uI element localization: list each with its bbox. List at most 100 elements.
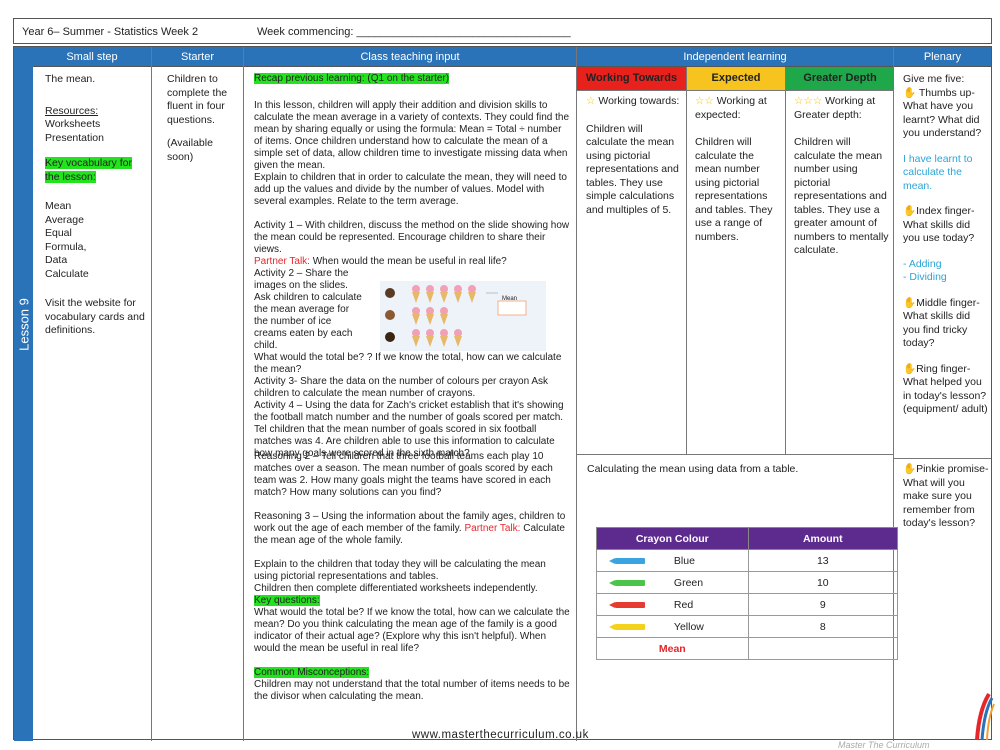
page-header: Year 6– Summer - Statistics Week 2 Week … [13, 18, 992, 44]
teaching-intro: In this lesson, children will apply thei… [254, 100, 569, 171]
independent-header: Independent learning [577, 47, 893, 67]
plenary-column: Plenary Give me five: ✋ Thumbs up- What … [894, 47, 991, 741]
table-row: Red 9 [596, 593, 899, 616]
colour-cell: Green [673, 576, 704, 589]
ring-finger-icon: ✋ [903, 362, 917, 375]
colour-cell: Yellow [673, 620, 704, 633]
red-crayon-icon [609, 601, 645, 608]
ex-body: Children will calculate the mean number … [695, 136, 773, 243]
colour-cell: Blue [673, 554, 695, 567]
week-commencing: Week commencing: _______________________… [257, 26, 571, 38]
brand-logo-icon [975, 692, 995, 741]
partner-talk-label-2: Partner Talk: [464, 523, 521, 534]
vocab-item: Average [45, 213, 84, 226]
give-me-five: Give me five: [903, 73, 965, 85]
table-caption: Calculating the mean using data from a t… [587, 463, 799, 475]
mean-box-label: Mean [502, 296, 518, 302]
misconceptions-label: Common Misconceptions: [254, 667, 370, 678]
adding-text: - Adding [903, 257, 942, 270]
wt-title: Working towards: [598, 95, 680, 107]
greater-depth-header: Greater Depth [786, 67, 894, 91]
vocab-label: Key vocabulary for the lesson: [45, 157, 132, 183]
brand-wordmark: Master The Curriculum [838, 740, 930, 750]
three-stars-icon: ☆☆☆ [794, 95, 823, 107]
starter-available: (Available soon) [167, 137, 213, 163]
amount-cell: 9 [747, 593, 899, 616]
vocab-item: Formula, [45, 240, 87, 253]
gd-body: Children will calculate the mean number … [794, 136, 889, 256]
website-url[interactable]: www.masterthecurriculum.co.uk [412, 729, 589, 741]
colour-cell: Red [673, 598, 694, 611]
table-row-mean: Mean [596, 637, 899, 660]
independent-column: Independent learning Working Towards Exp… [577, 47, 899, 741]
starter-text: Children to complete the fluent in four … [167, 73, 228, 126]
recap-label: Recap previous learning: (Q1 on the star… [254, 73, 450, 84]
one-star-icon: ☆ [586, 95, 596, 107]
amount-cell: 13 [747, 549, 899, 572]
misconceptions: Children may not understand that the tot… [254, 679, 570, 702]
thumb-icon: ✋ [903, 86, 917, 99]
ring-finger-text: Ring finger- What helped you in today's … [903, 362, 988, 416]
small-step-header: Small step [33, 47, 151, 67]
mean-value-cell [747, 637, 899, 660]
activity-1: Activity 1 – With children, discuss the … [254, 220, 570, 255]
lesson-plan-page: Year 6– Summer - Statistics Week 2 Week … [13, 18, 992, 741]
teaching-explain: Explain to children that in order to cal… [254, 172, 567, 207]
amount-cell: 8 [747, 615, 899, 638]
crayon-table: Crayon Colour Amount Blue 13 Green 10 Re… [596, 527, 899, 660]
vocab-item: Data [45, 254, 68, 266]
table-header-row: Crayon Colour Amount [596, 527, 899, 550]
reasoning-2: Reasoning 2 – Tell children that three f… [254, 451, 553, 498]
page-title: Year 6– Summer - Statistics Week 2 [22, 26, 199, 38]
index-finger-icon: ✋ [903, 205, 917, 217]
partner-talk-label: Partner Talk: [254, 256, 310, 267]
visit-website-text: Visit the website for vocabulary cards a… [45, 297, 145, 336]
table-row: Yellow 8 [596, 615, 899, 638]
table-row: Green 10 [596, 571, 899, 594]
learnt-text: I have learnt to calculate the mean. [903, 152, 973, 192]
plenary-divider [894, 458, 991, 459]
plenary-header: Plenary [894, 47, 991, 67]
resource-item: Presentation [45, 131, 104, 144]
blue-crayon-icon [609, 557, 645, 564]
ice-cream-image: Mean [380, 281, 546, 351]
starter-column: Starter Children to complete the fluent … [152, 47, 244, 741]
mean-label: Mean [596, 637, 749, 660]
explain-today: Explain to the children that today they … [254, 559, 546, 582]
key-questions: What would the total be? If we know the … [254, 607, 570, 654]
resource-item: Worksheets [45, 118, 101, 130]
middle-finger-icon: ✋ [903, 296, 917, 309]
activity-2-question: What would the total be? ? If we know th… [254, 352, 562, 375]
pinkie-icon: ✋ [903, 463, 917, 475]
partner-talk-text: When would the mean be useful in real li… [309, 256, 507, 267]
working-towards-header: Working Towards [577, 67, 687, 91]
table-header-amount: Amount [747, 527, 899, 550]
activity-2: Activity 2 – Share the images on the sli… [254, 268, 362, 351]
vocab-item: Mean [45, 200, 72, 212]
dividing-text: - Dividing [903, 271, 947, 283]
vocab-item: Equal [45, 227, 72, 239]
green-crayon-icon [609, 579, 645, 586]
amount-cell: 10 [747, 571, 899, 594]
table-row: Blue 13 [596, 549, 899, 572]
lesson-number-strip: Lesson 9 [14, 47, 33, 741]
class-teaching-column: Class teaching input Recap previous lear… [244, 47, 577, 741]
lesson-label: Lesson 9 [16, 298, 32, 351]
worksheets-independent: Children then complete differentiated wo… [254, 583, 538, 594]
lesson-grid: Lesson 9 Small step The mean. Resources:… [13, 46, 992, 741]
pinkie-text: Pinkie promise- What will you make sure … [903, 463, 989, 529]
yellow-crayon-icon [609, 623, 645, 630]
key-questions-label: Key questions: [254, 595, 320, 606]
vocab-item: Calculate [45, 267, 89, 280]
resources-label: Resources: [45, 104, 99, 117]
starter-header: Starter [152, 47, 243, 67]
activity-3: Activity 3- Share the data on the number… [254, 376, 549, 399]
small-step-column: Small step The mean. Resources: Workshee… [33, 47, 152, 741]
two-stars-icon: ☆☆ [695, 95, 714, 107]
expected-header: Expected [687, 67, 786, 91]
small-step-title: The mean. [45, 73, 96, 85]
wt-body: Children will calculate the mean using p… [586, 122, 679, 216]
table-header-colour: Crayon Colour [596, 527, 749, 550]
ice-cream-illustration [385, 285, 527, 347]
class-teaching-header: Class teaching input [244, 47, 576, 67]
